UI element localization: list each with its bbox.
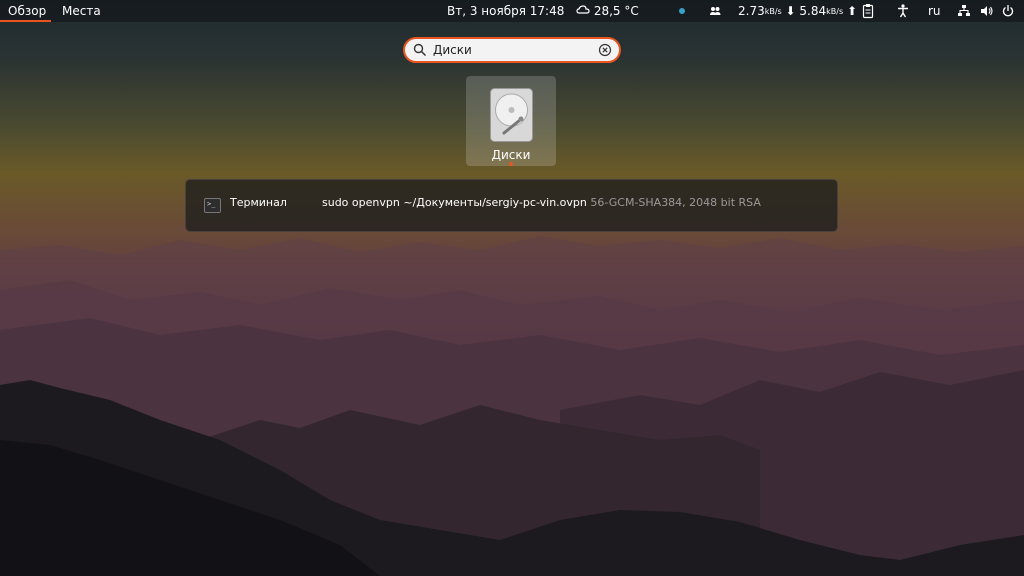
network-wired-icon[interactable]	[957, 0, 971, 22]
result-command: sudo openvpn ~/Документы/sergiy-pc-vin.o…	[322, 196, 587, 209]
clipboard-icon[interactable]	[862, 0, 874, 22]
clear-search-icon[interactable]	[598, 43, 612, 57]
disks-app-icon	[490, 88, 533, 142]
download-arrow-icon: ⬇	[785, 4, 796, 18]
weather-cloud-icon	[576, 5, 590, 14]
network-speed-indicator[interactable]: 2.73kB/s ⬇ 5.84kB/s ⬆	[738, 0, 857, 22]
activities-indicator	[0, 20, 51, 22]
weather-temperature: 28,5 °C	[593, 4, 639, 18]
accessibility-icon[interactable]	[897, 0, 909, 22]
result-detail: 56-GCM-SHA384, 2048 bit RSA	[590, 196, 761, 209]
upload-speed-unit: kB/s	[826, 7, 844, 16]
clock[interactable]: Вт, 3 ноября 17:48	[447, 0, 564, 22]
places-menu[interactable]: Места	[62, 0, 101, 22]
search-icon	[413, 43, 427, 57]
status-dot-icon[interactable]	[678, 0, 686, 22]
keyboard-layout-indicator[interactable]: ru	[928, 0, 941, 22]
power-icon[interactable]	[1001, 0, 1015, 22]
search-input[interactable]	[433, 42, 593, 58]
upload-speed: 5.84	[799, 4, 827, 18]
search-provider-results: >_ Терминал sudo openvpn ~/Документы/ser…	[185, 179, 838, 232]
top-panel: Обзор Места Вт, 3 ноября 17:48 28,5 °C 2…	[0, 0, 1024, 22]
provider-app-name: Терминал	[230, 196, 287, 209]
terminal-history-result[interactable]: sudo openvpn ~/Документы/sergiy-pc-vin.o…	[322, 196, 761, 209]
running-indicator	[509, 162, 513, 166]
app-result-label: Диски	[491, 148, 531, 162]
weather-indicator[interactable]: 28,5 °C	[576, 0, 639, 22]
search-entry[interactable]	[403, 37, 621, 63]
activities-button[interactable]: Обзор	[8, 0, 46, 22]
app-result-disks[interactable]: Диски	[466, 76, 556, 166]
volume-icon[interactable]	[980, 0, 994, 22]
users-icon[interactable]	[709, 0, 721, 22]
download-speed-unit: kB/s	[764, 7, 782, 16]
terminal-icon: >_	[204, 198, 221, 213]
download-speed: 2.73	[738, 4, 765, 18]
upload-arrow-icon: ⬆	[846, 4, 858, 18]
